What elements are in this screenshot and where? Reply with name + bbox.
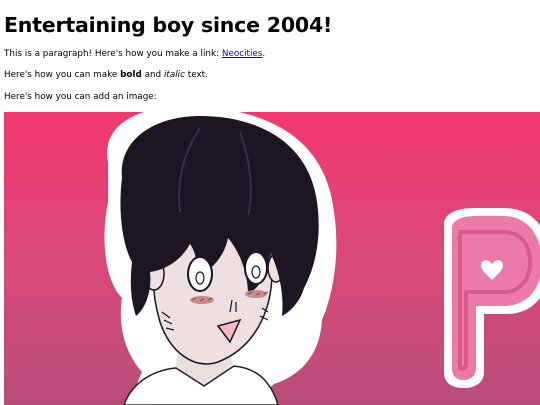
- character-illustration: [4, 112, 540, 405]
- formatting-text-middle: and: [141, 70, 164, 80]
- formatting-text: Here's how you can make: [4, 70, 121, 80]
- bold-text: bold: [120, 70, 142, 80]
- page-title: Entertaining boy since 2004!: [4, 13, 333, 37]
- italic-text: italic: [163, 70, 185, 80]
- neocities-link[interactable]: Neocities: [222, 49, 263, 59]
- boy-character: [104, 112, 337, 405]
- intro-text-end: .: [262, 49, 266, 59]
- intro-paragraph: This is a paragraph! Here's how you make…: [4, 48, 265, 61]
- intro-text: This is a paragraph! Here's how you make…: [4, 49, 222, 59]
- character-image: [4, 112, 540, 405]
- formatting-text-end: text.: [184, 70, 208, 80]
- image-intro-paragraph: Here's how you can add an image:: [4, 92, 157, 102]
- page: Entertaining boy since 2004! This is a p…: [0, 0, 540, 405]
- formatting-paragraph: Here's how you can make bold and italic …: [4, 69, 208, 82]
